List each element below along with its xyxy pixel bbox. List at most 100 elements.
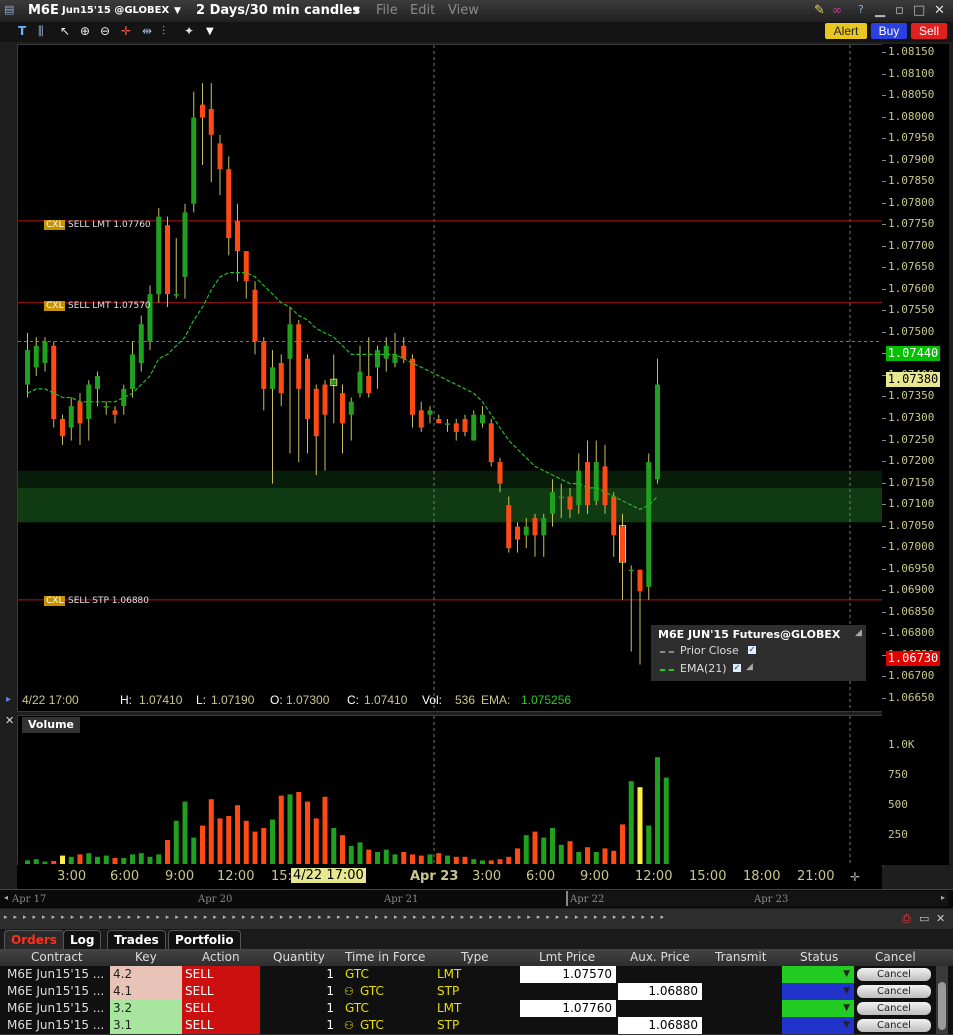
candle[interactable] xyxy=(156,208,162,303)
candle[interactable] xyxy=(42,337,48,372)
tab-orders[interactable]: Orders xyxy=(4,930,64,949)
cursor-icon[interactable]: ↖ xyxy=(60,24,70,38)
candle[interactable] xyxy=(296,319,302,463)
candle[interactable] xyxy=(340,384,345,454)
candle[interactable] xyxy=(611,492,617,557)
cancel-order-button[interactable]: Cancel xyxy=(857,985,931,998)
tab-trades[interactable]: Trades xyxy=(107,930,166,949)
candle[interactable] xyxy=(51,341,57,428)
orders-scrollbar[interactable] xyxy=(936,966,948,1034)
status-dropdown-icon[interactable]: ▼ xyxy=(843,1000,850,1017)
col-lmt-price[interactable]: Lmt Price xyxy=(539,950,595,964)
scale-icon[interactable]: ⇹ xyxy=(142,24,152,38)
candle[interactable] xyxy=(270,350,275,484)
time-axis[interactable]: 3:00 6:00 9:00 12:00 15: 4/22 17:00 Apr 23 3:00… xyxy=(17,865,882,889)
candle[interactable] xyxy=(620,513,625,600)
candle[interactable] xyxy=(637,569,643,665)
candle[interactable] xyxy=(95,371,100,407)
candle[interactable] xyxy=(130,341,135,398)
timeframe-label[interactable]: 2 Days/30 min candles xyxy=(196,3,360,18)
candle[interactable] xyxy=(25,332,30,398)
help-icon[interactable]: ? xyxy=(858,3,864,16)
candle[interactable] xyxy=(410,354,415,428)
candle[interactable] xyxy=(366,337,372,398)
candle[interactable] xyxy=(165,216,170,308)
candle[interactable] xyxy=(305,354,310,454)
timeframe-dropdown-icon[interactable]: ▼ xyxy=(353,6,360,16)
col-cancel[interactable]: Cancel xyxy=(875,950,916,964)
wrench-icon[interactable]: ✎ xyxy=(814,3,825,18)
text-tool-icon[interactable]: T xyxy=(18,24,26,38)
candle[interactable] xyxy=(585,440,590,514)
ema-checkbox[interactable]: ✓ xyxy=(733,664,741,672)
cancel-order-button[interactable]: Cancel xyxy=(857,1002,931,1015)
order-row[interactable]: M6E Jun15'15 ... 4.2 SELL 1 GTC LMT 1.07570 ▼ Ca… xyxy=(0,966,953,984)
candle[interactable] xyxy=(593,440,599,506)
volume-panel[interactable]: Volume xyxy=(17,715,884,867)
candle[interactable] xyxy=(112,406,118,424)
col-transmit[interactable]: Transmit xyxy=(715,950,766,964)
candle[interactable] xyxy=(147,285,153,351)
tab-portfolio[interactable]: Portfolio xyxy=(168,930,241,949)
candle[interactable] xyxy=(138,315,144,372)
candle[interactable] xyxy=(200,83,205,165)
order-status[interactable]: ▼ xyxy=(782,1017,854,1034)
alert-button[interactable]: Alert xyxy=(825,23,867,39)
crosshair-icon[interactable]: ✛ xyxy=(121,24,131,38)
col-key[interactable]: Key xyxy=(135,950,157,964)
candle[interactable] xyxy=(173,238,179,299)
candle[interactable] xyxy=(541,513,547,557)
col-aux-price[interactable]: Aux. Price xyxy=(630,950,690,964)
candle[interactable] xyxy=(392,332,398,368)
contract-dropdown-icon[interactable]: ▼ xyxy=(174,6,181,16)
info-expand-icon[interactable]: ▸ xyxy=(6,694,11,705)
candle[interactable] xyxy=(628,565,634,652)
close-panel-icon[interactable]: ✕ xyxy=(5,714,14,727)
price-chart[interactable]: CXL SELL LMT 1.07760 CXL SELL LMT 1.0757… xyxy=(6,44,884,712)
nav-left-icon[interactable]: ◂ xyxy=(4,893,8,902)
cancel-order-tag[interactable]: CXL xyxy=(44,220,66,230)
drawing-tools-icon[interactable]: ⫶ xyxy=(162,24,165,39)
cancel-order-tag[interactable]: CXL xyxy=(44,301,66,311)
status-dropdown-icon[interactable]: ▼ xyxy=(843,1017,850,1034)
zoom-out-icon[interactable]: ⊖ xyxy=(100,24,110,38)
candle[interactable] xyxy=(287,307,293,454)
candle[interactable] xyxy=(427,406,433,424)
candle[interactable] xyxy=(103,401,109,415)
menu-view[interactable]: View xyxy=(448,3,479,18)
candle[interactable] xyxy=(480,406,485,428)
cancel-order-tag[interactable]: CXL xyxy=(44,596,66,606)
candle[interactable] xyxy=(261,337,267,411)
panel-close-icon[interactable]: ✕ xyxy=(936,912,945,925)
candle[interactable] xyxy=(86,380,92,441)
menu-file[interactable]: File xyxy=(376,3,398,18)
ema-settings-icon[interactable]: ◢ xyxy=(746,662,753,672)
order-lmt-price[interactable] xyxy=(520,983,616,1000)
status-dropdown-icon[interactable]: ▼ xyxy=(843,966,850,983)
candle[interactable] xyxy=(357,345,363,398)
col-quantity[interactable]: Quantity xyxy=(273,950,325,964)
maximize-icon[interactable]: □ xyxy=(913,3,925,18)
order-lmt-price[interactable]: 1.07760 xyxy=(520,1000,616,1017)
tab-log[interactable]: Log xyxy=(63,930,102,949)
order-aux-price[interactable] xyxy=(618,966,702,983)
candle[interactable] xyxy=(217,134,223,196)
candle[interactable] xyxy=(515,522,520,553)
candle[interactable] xyxy=(182,203,188,299)
candle[interactable] xyxy=(68,397,74,441)
candle[interactable] xyxy=(523,518,529,549)
candle[interactable] xyxy=(331,354,337,424)
order-aux-price[interactable] xyxy=(618,1000,702,1017)
candle[interactable] xyxy=(226,156,232,256)
candle[interactable] xyxy=(33,337,39,376)
order-aux-price[interactable]: 1.06880 xyxy=(618,1017,702,1034)
candle[interactable] xyxy=(191,91,197,213)
menu-edit[interactable]: Edit xyxy=(410,3,435,18)
candle[interactable] xyxy=(322,380,328,471)
close-icon[interactable]: ✕ xyxy=(934,3,945,18)
candle[interactable] xyxy=(243,251,249,299)
legend-settings-icon[interactable]: ◢ xyxy=(855,628,862,638)
order-status[interactable]: ▼ xyxy=(782,966,854,983)
candle[interactable] xyxy=(60,414,65,445)
candle[interactable] xyxy=(208,83,214,183)
